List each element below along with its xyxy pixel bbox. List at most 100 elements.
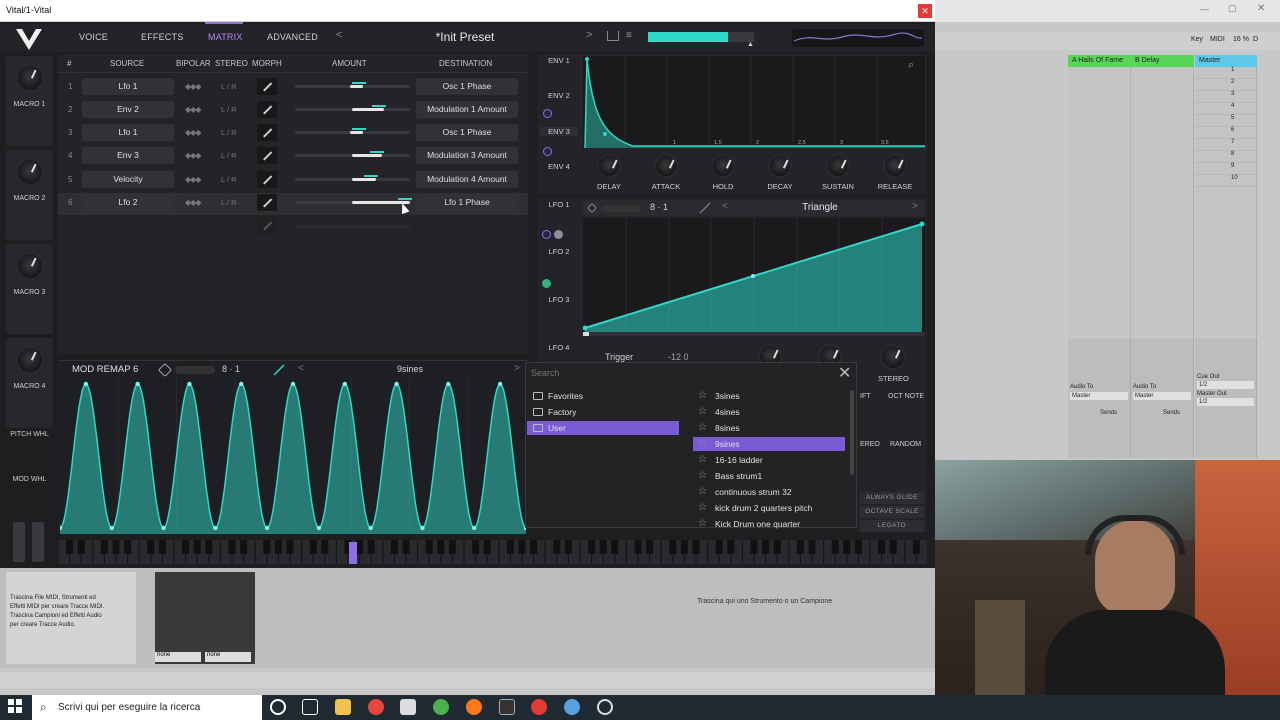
remap-point[interactable] (290, 381, 296, 387)
bipolar-toggle[interactable]: ◆◆◆ (185, 82, 202, 91)
black-key[interactable] (402, 540, 410, 554)
lfo-mod-dot[interactable] (554, 230, 563, 239)
star-icon[interactable]: ☆ (698, 469, 707, 483)
midi-button[interactable]: MIDI (1210, 36, 1225, 43)
black-key[interactable] (158, 540, 166, 554)
star-icon[interactable]: ☆ (698, 421, 707, 435)
lfo-mod-dot[interactable] (542, 230, 551, 239)
amount-slider[interactable] (295, 225, 410, 228)
macro-2-knob[interactable] (16, 158, 44, 186)
save-icon[interactable] (607, 31, 619, 41)
black-key[interactable] (518, 540, 526, 554)
track-header-master[interactable]: Master (1195, 55, 1257, 67)
pitch-wheel[interactable] (13, 522, 25, 562)
remap-point[interactable] (109, 525, 114, 531)
star-icon[interactable]: ☆ (698, 437, 707, 451)
black-key[interactable] (367, 540, 375, 554)
minimize-icon[interactable]: — (1200, 4, 1209, 14)
lfo-tab[interactable]: LFO 4 (540, 343, 578, 352)
destination-select[interactable]: Lfo 1 Phase (416, 194, 518, 211)
remap-point[interactable] (264, 525, 270, 531)
bipolar-toggle[interactable]: ◆◆◆ (185, 175, 202, 184)
black-key[interactable] (854, 540, 862, 554)
audio-to-select[interactable]: Master (1070, 392, 1128, 400)
black-key[interactable] (762, 540, 770, 554)
master-out-select[interactable]: 1/2 (1197, 398, 1254, 406)
black-key[interactable] (588, 540, 596, 554)
tab-advanced[interactable]: ADVANCED (267, 32, 318, 42)
black-key[interactable] (506, 540, 514, 554)
browser-folder[interactable]: Factory (527, 405, 679, 419)
curve-icon[interactable] (699, 201, 711, 214)
source-select[interactable]: Lfo 1 (82, 124, 174, 141)
app-icon[interactable] (400, 699, 416, 715)
task-view-icon[interactable] (302, 699, 318, 715)
always-glide-button[interactable]: ALWAYS GLIDE (860, 492, 924, 504)
legato-button[interactable]: LEGATO (860, 520, 924, 532)
next-preset-icon[interactable]: > (586, 29, 592, 41)
env-tab[interactable]: ENV 1 (540, 56, 578, 65)
stereo-knob[interactable] (880, 344, 906, 370)
black-key[interactable] (425, 540, 433, 554)
amount-slider[interactable] (295, 151, 410, 157)
stereo-toggle[interactable]: L / R (221, 198, 237, 207)
env-knob[interactable] (826, 154, 850, 178)
tab-effects[interactable]: EFFECTS (141, 32, 183, 42)
cortana-icon[interactable] (270, 699, 286, 715)
scene-slot[interactable]: 1 (1195, 67, 1256, 79)
black-key[interactable] (390, 540, 398, 554)
black-key[interactable] (634, 540, 642, 554)
black-key[interactable] (182, 540, 190, 554)
remap-point[interactable] (446, 381, 451, 387)
env-tab[interactable]: ENV 2 (540, 91, 578, 100)
scene-slot[interactable]: 6 (1195, 127, 1256, 139)
black-key[interactable] (309, 540, 317, 554)
chrome-icon[interactable] (368, 699, 384, 715)
scene-slot[interactable]: 7 (1195, 139, 1256, 151)
cue-out-select[interactable]: 1/2 (1197, 381, 1254, 389)
bipolar-toggle[interactable]: ◆◆◆ (185, 105, 202, 114)
preset-item[interactable]: ☆ 3sines (693, 389, 845, 403)
stereo-toggle[interactable]: L / R (221, 175, 237, 184)
track-header-a[interactable]: A Hails Of Fame (1068, 55, 1131, 67)
black-key[interactable] (808, 540, 816, 554)
remap-point[interactable] (368, 525, 373, 531)
lfo-shape-name[interactable]: Triangle (720, 202, 920, 213)
opera-icon[interactable] (531, 699, 547, 715)
black-key[interactable] (564, 540, 572, 554)
close-icon[interactable]: ✕ (838, 366, 851, 382)
source-select[interactable]: Lfo 1 (82, 78, 174, 95)
scene-slot[interactable]: 5 (1195, 115, 1256, 127)
windows-start-icon[interactable] (8, 699, 22, 713)
close-icon[interactable]: ✕ (1257, 3, 1265, 14)
remap-point[interactable] (213, 525, 218, 531)
black-key[interactable] (356, 540, 364, 554)
piano-keyboard[interactable] (58, 540, 928, 564)
black-key[interactable] (448, 540, 456, 554)
black-key[interactable] (124, 540, 132, 554)
remap-point[interactable] (161, 525, 166, 531)
vital-logo[interactable] (14, 26, 44, 52)
morph-button[interactable] (257, 101, 277, 118)
morph-button[interactable] (257, 171, 277, 188)
black-key[interactable] (889, 540, 897, 554)
tab-matrix[interactable]: MATRIX (208, 32, 243, 42)
macro-1-knob[interactable] (16, 64, 44, 92)
remap-shape-name[interactable]: 9sines (350, 364, 470, 374)
stereo-toggle[interactable]: L / R (221, 82, 237, 91)
destination-select[interactable]: Modulation 1 Amount (416, 101, 518, 118)
black-key[interactable] (263, 540, 271, 554)
morph-button[interactable] (257, 124, 277, 141)
remap-point[interactable] (420, 525, 425, 531)
destination-select[interactable]: Osc 1 Phase (416, 78, 518, 95)
stereo-toggle[interactable]: L / R (221, 105, 237, 114)
black-key[interactable] (646, 540, 654, 554)
black-key[interactable] (912, 540, 920, 554)
lfo-graph[interactable] (583, 218, 925, 336)
close-icon[interactable]: ✕ (918, 4, 932, 18)
black-key[interactable] (228, 540, 236, 554)
amount-slider[interactable] (295, 175, 410, 181)
bipolar-toggle[interactable]: ◆◆◆ (185, 151, 202, 160)
zoom-icon[interactable]: ⌕ (908, 59, 914, 72)
black-key[interactable] (680, 540, 688, 554)
